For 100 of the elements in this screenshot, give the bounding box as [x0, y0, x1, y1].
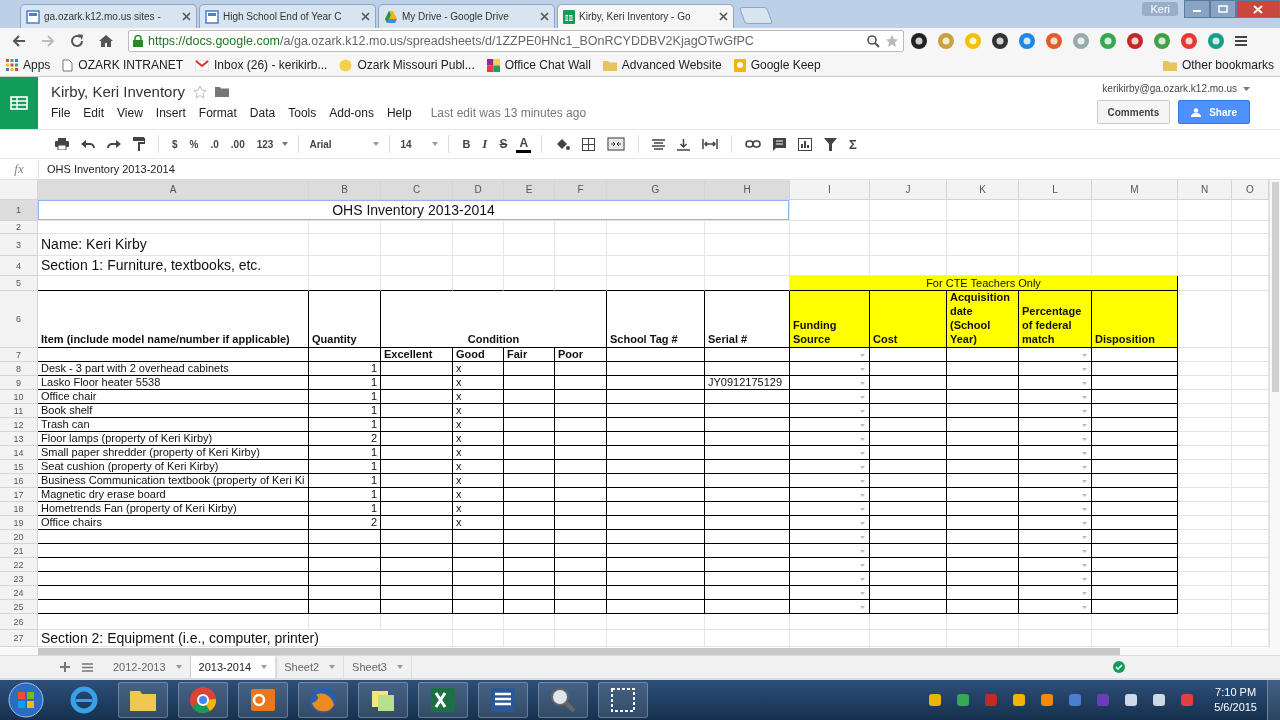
dropdown-icon[interactable]	[860, 550, 865, 553]
browser-tab[interactable]: ga.ozark.k12.mo.us sites -	[20, 4, 197, 28]
close-icon[interactable]	[719, 12, 728, 21]
reload-icon[interactable]	[69, 33, 85, 49]
dropdown-icon[interactable]	[1082, 354, 1087, 357]
column-letter[interactable]: M	[1092, 180, 1178, 200]
spreadsheet-icon[interactable]	[428, 685, 458, 715]
magnifier-icon[interactable]	[548, 685, 578, 715]
functions-button[interactable]: Σ	[846, 136, 860, 152]
back-icon[interactable]	[11, 33, 27, 49]
row-number[interactable]: 3	[0, 234, 38, 256]
vertical-align-icon[interactable]	[677, 137, 691, 151]
row-number[interactable]: 9	[0, 376, 38, 390]
row-number[interactable]: 2	[0, 221, 38, 234]
bookmark[interactable]: OZARK INTRANET	[62, 58, 184, 72]
row-number[interactable]: 24	[0, 586, 38, 600]
dropdown-icon[interactable]	[1082, 452, 1087, 455]
browser-icon[interactable]	[188, 685, 218, 715]
menu-item[interactable]: File	[51, 106, 71, 120]
sheets-logo[interactable]	[0, 77, 38, 129]
menu-item[interactable]: Edit	[83, 106, 105, 120]
menu-icon[interactable]	[1234, 34, 1248, 48]
menu-item[interactable]: Format	[198, 106, 237, 120]
column-letter[interactable]: L	[1019, 180, 1092, 200]
dropdown-icon[interactable]	[860, 466, 865, 469]
column-letter[interactable]: N	[1178, 180, 1232, 200]
caret-icon[interactable]	[396, 665, 403, 669]
dropdown-icon[interactable]	[1082, 480, 1087, 483]
dropdown-icon[interactable]	[1082, 564, 1087, 567]
dropdown-icon[interactable]	[860, 410, 865, 413]
row-number[interactable]: 5	[0, 276, 38, 291]
row-number[interactable]: 13	[0, 432, 38, 446]
chart-icon[interactable]	[798, 137, 813, 151]
column-letter[interactable]: F	[555, 180, 607, 200]
browser-tab[interactable]: High School End of Year C	[199, 4, 376, 28]
paint-roller-icon[interactable]	[133, 137, 145, 151]
dropdown-icon[interactable]	[1082, 368, 1087, 371]
borders-icon[interactable]	[582, 137, 596, 151]
folder-icon[interactable]	[214, 86, 229, 97]
tray-icon[interactable]	[1124, 693, 1139, 707]
bookmark[interactable]: Office Chat Wall	[486, 58, 591, 72]
caret-icon[interactable]	[329, 665, 336, 669]
bookmark[interactable]: Ozark Missouri Publ...	[339, 58, 475, 72]
bookmark[interactable]: Inbox (26) - kerikirb...	[195, 58, 328, 72]
dropdown-icon[interactable]	[1082, 382, 1087, 385]
dropdown-icon[interactable]	[860, 480, 865, 483]
strikethrough-button[interactable]: S	[496, 137, 511, 151]
close-button[interactable]	[1236, 0, 1280, 18]
start-button[interactable]	[8, 682, 44, 718]
column-letter[interactable]: I	[790, 180, 870, 200]
dropdown-icon[interactable]	[1082, 466, 1087, 469]
filter-icon[interactable]	[824, 137, 838, 151]
browser-icon[interactable]	[308, 685, 338, 715]
row-number[interactable]: 17	[0, 488, 38, 502]
menu-item[interactable]: View	[117, 106, 143, 120]
row-number[interactable]: 14	[0, 446, 38, 460]
font-size-dropdown[interactable]: 14	[400, 138, 439, 150]
tray-icon[interactable]	[956, 693, 971, 707]
column-letter[interactable]: B	[309, 180, 381, 200]
tray-icon[interactable]	[928, 693, 943, 707]
close-icon[interactable]	[182, 12, 191, 21]
column-letter[interactable]: G	[607, 180, 705, 200]
row-number[interactable]: 10	[0, 390, 38, 404]
bold-button[interactable]: B	[459, 138, 474, 150]
sheet-tab[interactable]: 2013-2014	[190, 656, 277, 678]
forward-icon[interactable]	[40, 33, 56, 49]
browser-icon[interactable]	[70, 686, 98, 714]
decrease-decimals-button[interactable]: .0	[207, 138, 222, 150]
add-sheet-icon[interactable]	[60, 662, 70, 672]
dropdown-icon[interactable]	[1082, 550, 1087, 553]
dropdown-icon[interactable]	[1082, 438, 1087, 441]
row-number[interactable]: 27	[0, 630, 38, 647]
dropdown-icon[interactable]	[860, 396, 865, 399]
dropdown-icon[interactable]	[1082, 578, 1087, 581]
show-desktop-button[interactable]	[1267, 680, 1280, 720]
dropdown-icon[interactable]	[860, 452, 865, 455]
dropdown-icon[interactable]	[860, 592, 865, 595]
bookmark[interactable]: Advanced Website	[602, 58, 722, 72]
dropdown-icon[interactable]	[860, 494, 865, 497]
tray-icon[interactable]	[1012, 693, 1027, 707]
font-dropdown[interactable]: Arial	[309, 138, 380, 150]
column-letter[interactable]: A	[38, 180, 309, 200]
search-icon[interactable]	[867, 34, 880, 48]
caret-icon[interactable]	[373, 142, 380, 146]
percent-button[interactable]: %	[186, 138, 202, 150]
capture-icon[interactable]	[608, 685, 638, 715]
dropdown-icon[interactable]	[860, 606, 865, 609]
menu-item[interactable]: Help	[386, 106, 412, 120]
row-number[interactable]: 6	[0, 291, 38, 348]
bookmark[interactable]: Google Keep	[733, 58, 821, 72]
extension-icon[interactable]	[991, 32, 1009, 50]
browser-tab[interactable]: My Drive - Google Drive	[378, 4, 555, 28]
menu-item[interactable]: Add-ons	[329, 106, 374, 120]
dropdown-icon[interactable]	[860, 508, 865, 511]
star-icon[interactable]	[192, 84, 207, 99]
align-icon[interactable]	[652, 138, 666, 150]
column-letter[interactable]: K	[947, 180, 1019, 200]
row-number[interactable]: 8	[0, 362, 38, 376]
italic-button[interactable]: I	[479, 136, 491, 152]
dropdown-icon[interactable]	[1082, 522, 1087, 525]
